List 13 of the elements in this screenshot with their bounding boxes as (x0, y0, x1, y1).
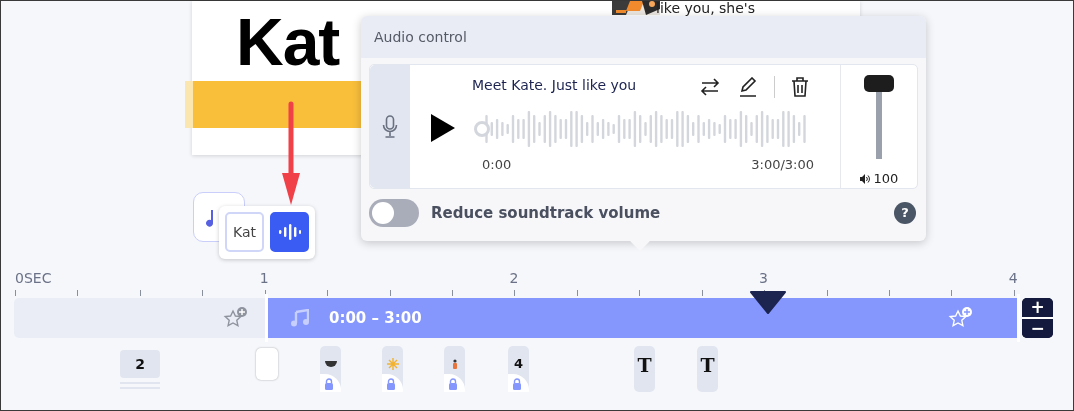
toggle-label: Reduce soundtrack volume (431, 204, 662, 222)
ruler-label: 3 (759, 270, 768, 286)
total-time: 3:00/3:00 (751, 157, 814, 172)
clip-time-range: 0:00 – 3:00 (329, 309, 422, 327)
current-time: 0:00 (482, 157, 512, 172)
ruler-label: 0SEC (15, 270, 52, 286)
ruler-label: 2 (509, 270, 519, 286)
ruler-label: 4 (1008, 270, 1018, 286)
volume-reading: 100 (873, 171, 899, 186)
track-name: Meet Kate. Just like you (472, 77, 637, 93)
popover-title: Audio control (374, 29, 467, 45)
slide-heading: Kat (236, 7, 340, 77)
ruler-label: 1 (259, 270, 269, 286)
